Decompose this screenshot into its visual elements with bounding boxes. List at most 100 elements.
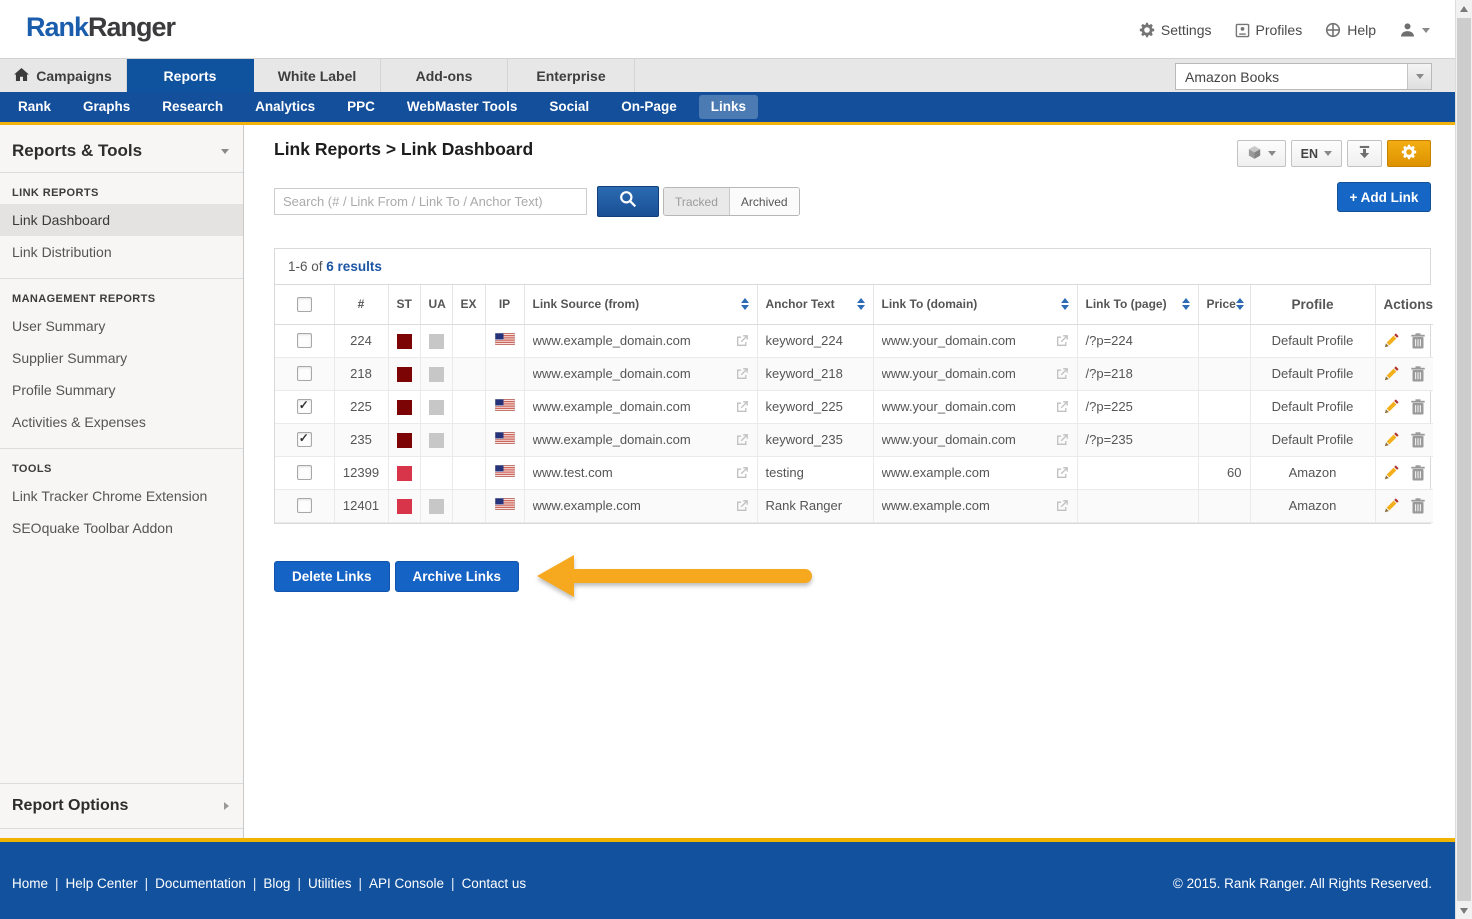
row-checkbox[interactable] [297,366,312,381]
subnav-item-social[interactable]: Social [533,92,605,122]
sort-arrows[interactable] [1061,298,1069,310]
column-header-link-to-page[interactable]: Link To (page) [1077,285,1198,324]
external-link-icon[interactable] [736,400,749,413]
search-button[interactable] [597,186,659,217]
sort-arrows[interactable] [741,298,749,310]
sort-arrows[interactable] [1182,298,1190,310]
help-button[interactable]: Help [1325,22,1376,38]
trash-icon[interactable] [1411,432,1425,448]
tab-white-label[interactable]: White Label [254,59,381,92]
external-link-icon[interactable] [1056,400,1069,413]
trash-icon[interactable] [1411,498,1425,514]
row-checkbox[interactable] [297,498,312,513]
scroll-down-arrow[interactable] [1456,902,1472,919]
tab-enterprise[interactable]: Enterprise [508,59,635,92]
external-link-icon[interactable] [1056,466,1069,479]
sidebar-item-user-summary[interactable]: User Summary [0,310,243,342]
subnav-item-on-page[interactable]: On-Page [605,92,693,122]
search-input[interactable] [274,188,587,215]
vertical-scrollbar[interactable] [1455,0,1472,919]
column-header-link-source-from[interactable]: Link Source (from) [524,285,757,324]
sidebar-item-link-distribution[interactable]: Link Distribution [0,236,243,268]
sidebar-item-supplier-summary[interactable]: Supplier Summary [0,342,243,374]
subnav-item-rank[interactable]: Rank [2,92,67,122]
language-selector-button[interactable]: EN [1291,140,1342,167]
sort-arrows[interactable] [1236,298,1244,310]
archived-toggle-button[interactable]: Archived [730,188,799,215]
app-logo[interactable]: RankRanger [26,12,175,43]
scrollbar-thumb[interactable] [1457,18,1471,901]
footer-link-utilities[interactable]: Utilities [308,876,352,891]
sidebar-item-link-dashboard[interactable]: Link Dashboard [0,204,243,236]
export-menu-button[interactable] [1237,140,1286,167]
link-text[interactable]: www.example.com [882,498,990,513]
trash-icon[interactable] [1411,366,1425,382]
tab-campaigns[interactable]: Campaigns [0,59,127,92]
subnav-item-research[interactable]: Research [146,92,239,122]
sort-arrows[interactable] [857,298,865,310]
subnav-item-links[interactable]: Links [699,95,758,119]
sidebar-item-link-tracker-chrome-extension[interactable]: Link Tracker Chrome Extension [0,480,243,512]
edit-pencil-icon[interactable] [1384,465,1399,480]
edit-pencil-icon[interactable] [1384,432,1399,447]
column-header-price[interactable]: Price [1198,285,1250,324]
tab-reports[interactable]: Reports [127,59,254,92]
subnav-item-ppc[interactable]: PPC [331,92,391,122]
external-link-icon[interactable] [736,466,749,479]
external-link-icon[interactable] [1056,367,1069,380]
scroll-up-arrow[interactable] [1456,0,1472,17]
external-link-icon[interactable] [736,499,749,512]
link-text[interactable]: www.example.com [882,465,990,480]
edit-pencil-icon[interactable] [1384,333,1399,348]
footer-link-documentation[interactable]: Documentation [155,876,246,891]
external-link-icon[interactable] [736,433,749,446]
row-checkbox[interactable] [297,399,312,414]
trash-icon[interactable] [1411,399,1425,415]
external-link-icon[interactable] [1056,499,1069,512]
link-text[interactable]: www.example_domain.com [533,333,691,348]
edit-pencil-icon[interactable] [1384,366,1399,381]
external-link-icon[interactable] [1056,433,1069,446]
external-link-icon[interactable] [736,367,749,380]
sidebar-title-reports-and-tools[interactable]: Reports & Tools [0,125,243,173]
row-checkbox[interactable] [297,432,312,447]
link-text[interactable]: www.example.com [533,498,641,513]
link-text[interactable]: www.your_domain.com [882,333,1016,348]
tab-add-ons[interactable]: Add-ons [381,59,508,92]
footer-link-contact-us[interactable]: Contact us [462,876,527,891]
footer-link-api-console[interactable]: API Console [369,876,444,891]
sidebar-item-activities-expenses[interactable]: Activities & Expenses [0,406,243,438]
row-checkbox[interactable] [297,465,312,480]
row-checkbox[interactable] [297,333,312,348]
column-header-anchor-text[interactable]: Anchor Text [757,285,873,324]
add-link-button[interactable]: + Add Link [1337,182,1431,212]
link-text[interactable]: www.your_domain.com [882,366,1016,381]
delete-links-button[interactable]: Delete Links [274,561,390,592]
sidebar-report-options[interactable]: Report Options [0,783,243,829]
link-text[interactable]: www.example_domain.com [533,399,691,414]
settings-button[interactable]: Settings [1139,22,1212,38]
archive-links-button[interactable]: Archive Links [395,561,520,592]
external-link-icon[interactable] [736,334,749,347]
subnav-item-graphs[interactable]: Graphs [67,92,146,122]
footer-link-blog[interactable]: Blog [263,876,290,891]
tracked-toggle-button[interactable]: Tracked [664,188,730,215]
sidebar-item-profile-summary[interactable]: Profile Summary [0,374,243,406]
link-text[interactable]: www.your_domain.com [882,399,1016,414]
sidebar-item-seoquake-toolbar-addon[interactable]: SEOquake Toolbar Addon [0,512,243,544]
footer-link-help-center[interactable]: Help Center [66,876,138,891]
profiles-button[interactable]: Profiles [1235,22,1303,38]
trash-icon[interactable] [1411,465,1425,481]
campaign-selector[interactable]: Amazon Books [1175,63,1432,90]
link-text[interactable]: www.example_domain.com [533,366,691,381]
user-menu-button[interactable] [1399,22,1430,38]
column-header-link-to-domain[interactable]: Link To (domain) [873,285,1077,324]
edit-pencil-icon[interactable] [1384,498,1399,513]
link-text[interactable]: www.your_domain.com [882,432,1016,447]
subnav-item-webmaster-tools[interactable]: WebMaster Tools [391,92,534,122]
link-text[interactable]: www.example_domain.com [533,432,691,447]
trash-icon[interactable] [1411,333,1425,349]
report-settings-button[interactable] [1387,140,1431,167]
subnav-item-analytics[interactable]: Analytics [239,92,331,122]
link-text[interactable]: www.test.com [533,465,613,480]
